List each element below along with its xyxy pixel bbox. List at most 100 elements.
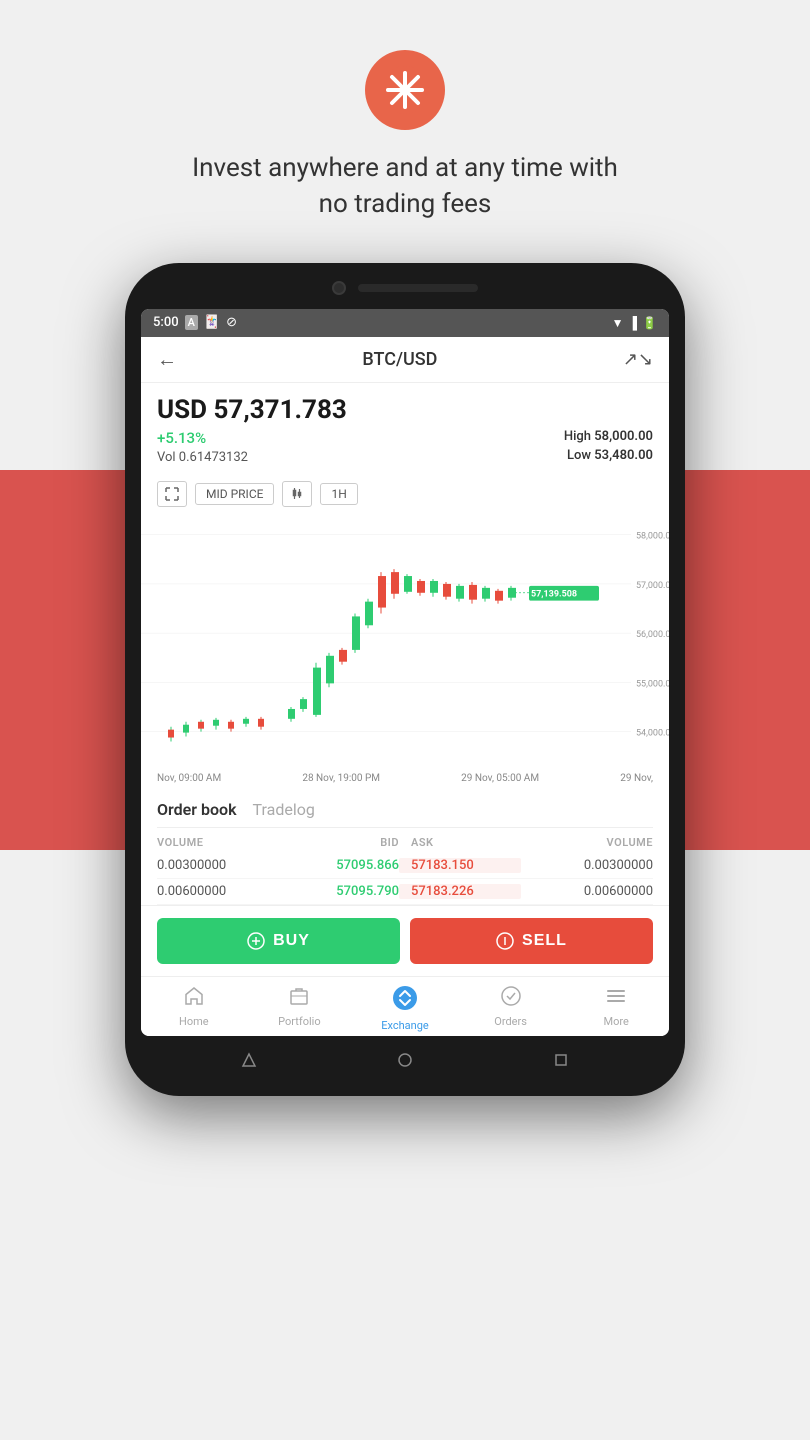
tabs-row: Order book Tradelog (157, 790, 653, 828)
nav-exchange-label: Exchange (381, 1019, 429, 1032)
time-label-3: 29 Nov, 05:00 AM (461, 773, 539, 784)
mid-price-button[interactable]: MID PRICE (195, 483, 274, 505)
status-icon-a: A (185, 315, 198, 330)
col-ask: ASK (399, 836, 521, 849)
nav-exchange[interactable]: Exchange (352, 985, 458, 1032)
candlestick-chart: 58,000.00 57,000.00 56,000.00 55,000.00 … (141, 515, 669, 771)
price-left: +5.13% Vol 0.61473132 (157, 429, 248, 465)
price-vol: Vol 0.61473132 (157, 450, 248, 465)
exchange-icon (392, 985, 418, 1016)
ob-bid-1: 57095.866 (289, 858, 399, 873)
chart-controls: MID PRICE 1H (141, 473, 669, 511)
price-high: High 58,000.00 (564, 429, 653, 444)
back-button[interactable]: ← (157, 347, 177, 372)
pair-title: BTC/USD (362, 349, 437, 370)
status-icon-sd: 🃏 (204, 315, 220, 330)
nav-portfolio-label: Portfolio (278, 1015, 320, 1028)
more-icon (605, 985, 627, 1012)
high-label: High (564, 429, 591, 444)
col-volume-right: VOLUME (521, 836, 653, 849)
ob-vol-left-2: 0.00600000 (157, 884, 289, 899)
high-value: 58,000.00 (594, 429, 653, 444)
price-details-row: +5.13% Vol 0.61473132 High 58,000.00 Low… (157, 429, 653, 465)
orders-icon (500, 985, 522, 1012)
vol-label: Vol (157, 450, 176, 465)
price-low: Low 53,480.00 (567, 448, 653, 463)
phone-top-bar (141, 281, 669, 295)
phone-bottom-bar (141, 1036, 669, 1078)
nav-more-label: More (604, 1015, 629, 1028)
timeframe-button[interactable]: 1H (320, 483, 357, 505)
chart-container: 58,000.00 57,000.00 56,000.00 55,000.00 … (141, 511, 669, 771)
orderbook-row: 0.00600000 57095.790 57183.226 0.0060000… (157, 879, 653, 905)
top-section: Invest anywhere and at any time with no … (0, 0, 810, 223)
price-section: USD 57,371.783 +5.13% Vol 0.61473132 Hig… (141, 383, 669, 473)
nav-home[interactable]: Home (141, 985, 247, 1032)
sell-label: SELL (522, 932, 567, 950)
tagline: Invest anywhere and at any time with no … (185, 150, 625, 223)
tab-tradelog[interactable]: Tradelog (253, 800, 315, 819)
android-home[interactable] (395, 1050, 415, 1070)
nav-orders[interactable]: Orders (458, 985, 564, 1032)
phone-device: 5:00 A 🃏 ⊘ ▼ ▐ 🔋 ← BTC/USD ↗↘ (125, 263, 685, 1096)
buy-button[interactable]: BUY (157, 918, 400, 964)
candle-button[interactable] (282, 481, 312, 507)
price-currency: USD (157, 395, 207, 425)
screen-header: ← BTC/USD ↗↘ (141, 337, 669, 383)
android-recent[interactable] (551, 1050, 571, 1070)
price-value: 57,371.783 (214, 395, 347, 425)
app-logo (365, 50, 445, 130)
svg-text:57,139.508: 57,139.508 (531, 590, 577, 600)
buy-label: BUY (273, 932, 310, 950)
expand-button[interactable] (157, 481, 187, 507)
sell-button[interactable]: SELL (410, 918, 653, 964)
time-label-1: Nov, 09:00 AM (157, 773, 221, 784)
chart-toggle-icon[interactable]: ↗↘ (623, 349, 653, 370)
phone-outer: 5:00 A 🃏 ⊘ ▼ ▐ 🔋 ← BTC/USD ↗↘ (125, 263, 685, 1096)
svg-text:55,000.00: 55,000.00 (636, 679, 669, 689)
nav-portfolio[interactable]: Portfolio (247, 985, 353, 1032)
speaker (358, 284, 478, 292)
low-value: 53,480.00 (594, 448, 653, 463)
svg-text:56,000.00: 56,000.00 (636, 630, 669, 640)
col-bid: BID (289, 836, 399, 849)
android-back[interactable] (239, 1050, 259, 1070)
vol-value: 0.61473132 (179, 450, 248, 465)
orderbook-header: VOLUME BID ASK VOLUME (157, 828, 653, 853)
status-left: 5:00 A 🃏 ⊘ (153, 315, 237, 330)
time-labels: Nov, 09:00 AM 28 Nov, 19:00 PM 29 Nov, 0… (141, 771, 669, 790)
home-icon (183, 985, 205, 1012)
ob-vol-right-1: 0.00300000 (521, 858, 653, 873)
ob-vol-left-1: 0.00300000 (157, 858, 289, 873)
price-main: USD 57,371.783 (157, 395, 653, 425)
nav-home-label: Home (179, 1015, 209, 1028)
svg-text:54,000.00: 54,000.00 (636, 728, 669, 738)
camera (332, 281, 346, 295)
battery-icon: 🔋 (642, 316, 657, 330)
action-buttons: BUY SELL (141, 905, 669, 976)
price-change: +5.13% (157, 429, 248, 447)
signal-icon: ▐ (629, 316, 638, 330)
bottom-nav: Home Portfolio (141, 976, 669, 1036)
col-volume-left: VOLUME (157, 836, 289, 849)
status-icon-circle: ⊘ (226, 315, 237, 330)
tab-orderbook[interactable]: Order book (157, 800, 237, 819)
status-bar: 5:00 A 🃏 ⊘ ▼ ▐ 🔋 (141, 309, 669, 337)
time-display: 5:00 (153, 315, 179, 330)
status-icons: ▼ ▐ 🔋 (612, 316, 657, 330)
svg-text:57,000.00: 57,000.00 (636, 581, 669, 591)
ob-vol-right-2: 0.00600000 (521, 884, 653, 899)
nav-more[interactable]: More (563, 985, 669, 1032)
phone-screen: 5:00 A 🃏 ⊘ ▼ ▐ 🔋 ← BTC/USD ↗↘ (141, 309, 669, 1036)
svg-text:58,000.00: 58,000.00 (636, 531, 669, 541)
price-right: High 58,000.00 Low 53,480.00 (564, 429, 653, 463)
time-label-4: 29 Nov, (620, 773, 653, 784)
nav-orders-label: Orders (494, 1015, 527, 1028)
ob-ask-2: 57183.226 (399, 884, 521, 899)
low-label: Low (567, 448, 591, 463)
orderbook-section: Order book Tradelog VOLUME BID ASK VOLUM… (141, 790, 669, 905)
time-label-2: 28 Nov, 19:00 PM (302, 773, 380, 784)
orderbook-row: 0.00300000 57095.866 57183.150 0.0030000… (157, 853, 653, 879)
wifi-icon: ▼ (612, 316, 624, 330)
ob-ask-1: 57183.150 (399, 858, 521, 873)
